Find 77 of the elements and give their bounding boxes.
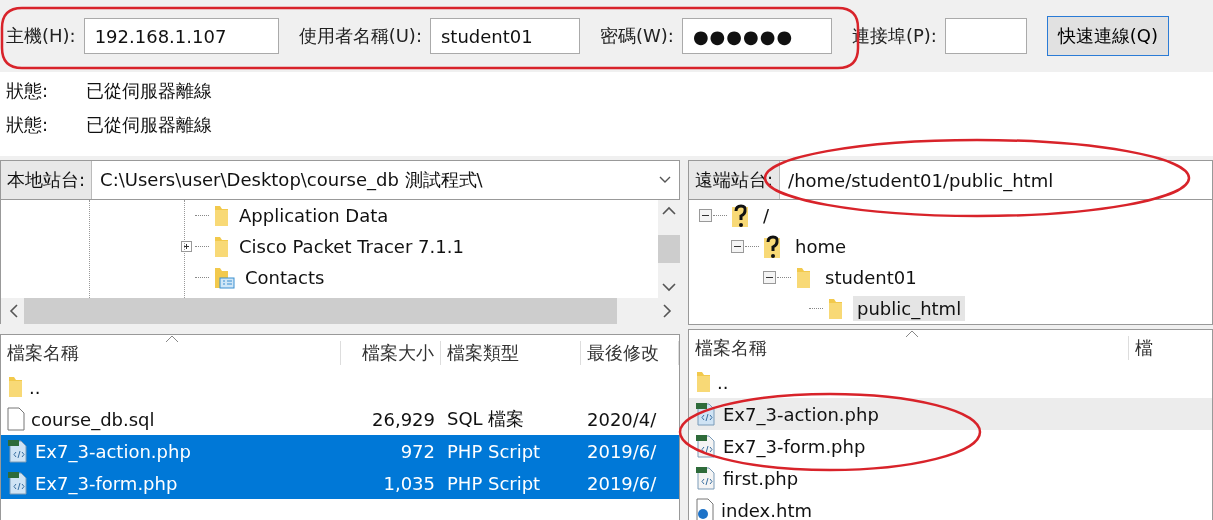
file-type: PHP Script [446, 440, 542, 462]
file-name: course_db.sql [30, 408, 155, 430]
file-row[interactable]: .. [689, 366, 1212, 398]
file-type: PHP Script [446, 472, 542, 494]
file-name: first.php [722, 467, 799, 489]
tree-item[interactable]: home [791, 234, 851, 259]
column-header[interactable]: 檔案類型 [441, 341, 581, 365]
scroll-left-icon[interactable] [9, 304, 18, 318]
file-name: Ex7_3-form.php [722, 435, 866, 457]
column-header[interactable]: 檔案名稱 [1, 341, 341, 365]
tree-item[interactable]: / [759, 203, 774, 228]
file-size: 1,035 [382, 472, 436, 494]
unknown-folder-icon [763, 233, 781, 260]
unknown-folder-icon [731, 202, 749, 229]
scroll-down-icon[interactable] [662, 283, 676, 292]
file-row[interactable]: Ex7_3-form.php [689, 430, 1212, 462]
username-field[interactable]: student01 [429, 18, 580, 54]
collapse-icon[interactable] [763, 271, 777, 284]
expand-icon[interactable] [181, 241, 195, 252]
host-field[interactable]: 192.168.1.107 [83, 18, 279, 54]
column-header[interactable]: 檔案大小 [341, 341, 441, 365]
folder-icon [213, 235, 229, 258]
folder-icon [213, 204, 229, 227]
quickconnect-button[interactable]: 快速連線(Q) [1046, 16, 1170, 56]
file-date: 2020/4/ [586, 408, 658, 430]
column-header[interactable]: 檔 [1129, 336, 1212, 360]
file-icon [7, 407, 25, 431]
file-name: .. [28, 376, 41, 398]
column-header[interactable]: 最後修改 [581, 341, 679, 365]
username-label: 使用者名稱(U): [298, 24, 422, 48]
scrollbar-thumb[interactable] [24, 298, 617, 324]
file-row[interactable]: .. [1, 371, 679, 403]
php-file-icon [7, 471, 29, 495]
password-label: 密碼(W): [599, 24, 674, 48]
php-file-icon [695, 466, 717, 490]
tree-item[interactable]: Contacts [245, 267, 325, 288]
file-row[interactable]: first.php [689, 462, 1212, 494]
status-message: 已從伺服器離線 [86, 79, 212, 103]
status-label: 狀態: [6, 79, 50, 103]
status-message: 已從伺服器離線 [86, 113, 212, 137]
collapse-icon[interactable] [699, 209, 713, 222]
file-row[interactable]: index.htm [689, 494, 1212, 520]
file-row[interactable]: Ex7_3-action.php [689, 398, 1212, 430]
file-name: index.htm [720, 499, 812, 520]
scroll-up-icon[interactable] [662, 206, 676, 215]
file-name: .. [716, 371, 729, 393]
contacts-folder-icon [213, 266, 235, 289]
port-field[interactable] [944, 18, 1027, 54]
file-size: 26,929 [371, 408, 436, 430]
file-size: 972 [399, 440, 436, 462]
tree-item[interactable]: Application Data [239, 205, 389, 226]
folder-icon [695, 371, 711, 393]
file-row[interactable]: course_db.sql 26,929 SQL 檔案 2020/4/ [1, 403, 679, 435]
tree-item[interactable]: public_html [853, 296, 966, 321]
scroll-right-icon[interactable] [663, 304, 672, 318]
scrollbar-thumb[interactable] [658, 235, 680, 263]
tree-item[interactable]: Cisco Packet Tracer 7.1.1 [239, 236, 464, 257]
file-type: SQL 檔案 [446, 407, 526, 431]
password-field[interactable]: ●●●●●● [681, 18, 832, 54]
php-file-icon [7, 439, 29, 463]
column-header[interactable]: 檔案名稱 [689, 336, 1129, 360]
status-label: 狀態: [6, 113, 50, 137]
folder-icon [7, 376, 23, 398]
sort-caret-icon [905, 330, 919, 338]
host-label: 主機(H): [6, 24, 76, 48]
file-date: 2019/6/ [586, 472, 658, 494]
file-row[interactable]: Ex7_3-form.php 1,035 PHP Script 2019/6/ [1, 467, 679, 499]
file-name: Ex7_3-action.php [722, 403, 879, 425]
folder-icon [795, 266, 811, 289]
collapse-icon[interactable] [731, 240, 745, 253]
file-row[interactable]: Ex7_3-action.php 972 PHP Script 2019/6/ [1, 435, 679, 467]
file-date: 2019/6/ [586, 440, 658, 462]
folder-icon [827, 297, 843, 320]
tree-item[interactable]: student01 [821, 265, 921, 290]
file-name: Ex7_3-form.php [34, 472, 178, 494]
sort-caret-icon [165, 335, 179, 343]
file-name: Ex7_3-action.php [34, 440, 191, 462]
